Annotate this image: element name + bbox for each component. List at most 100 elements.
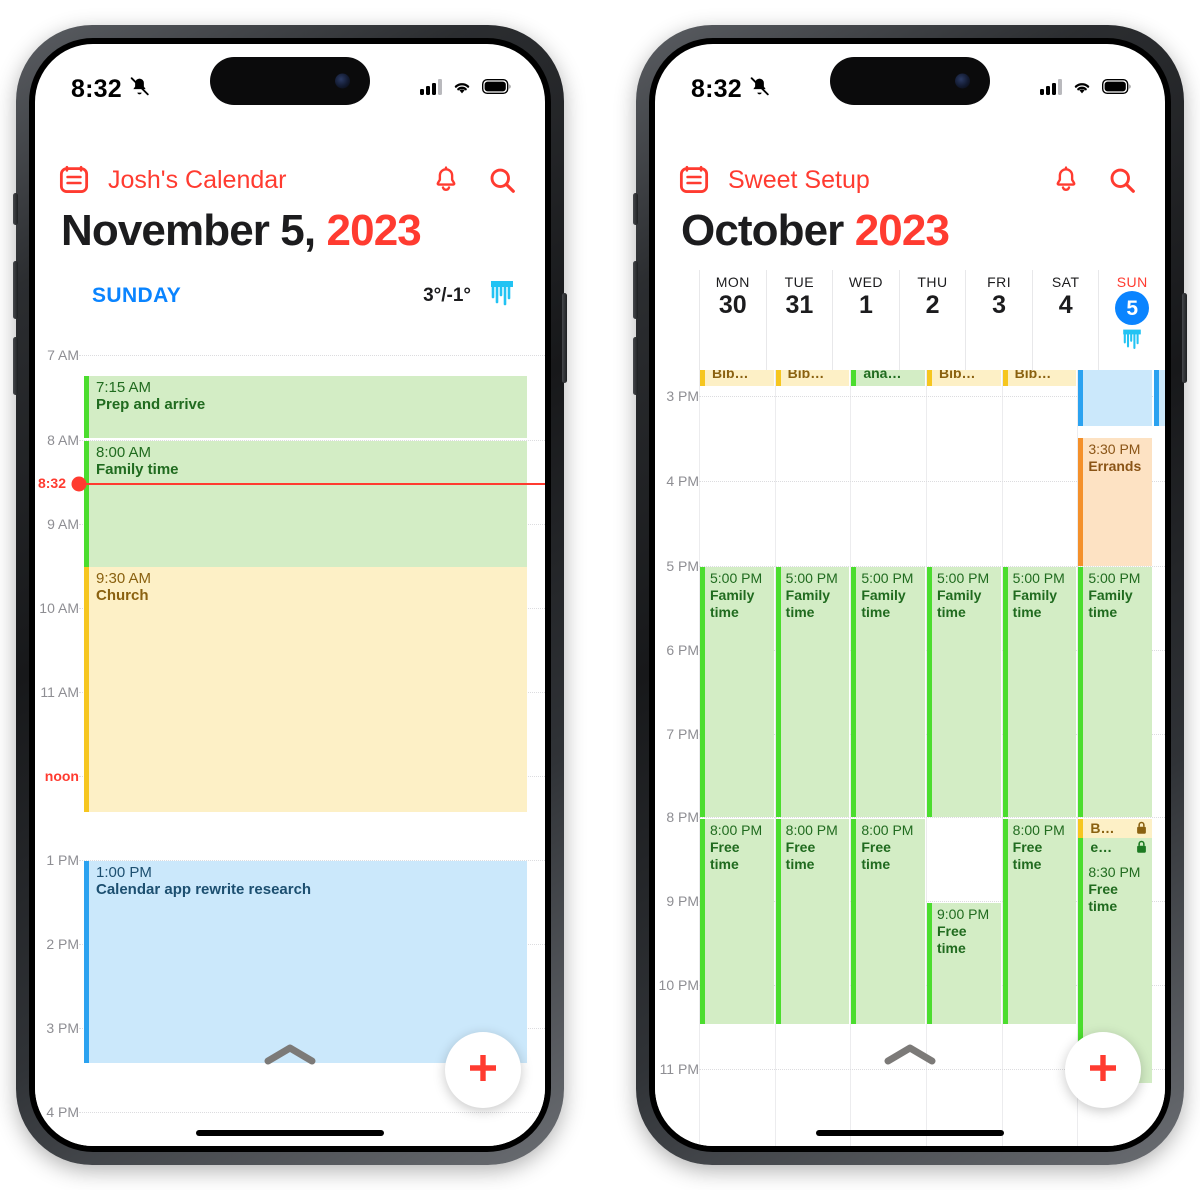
- calendar-event[interactable]: e…: [1078, 838, 1152, 862]
- calendar-event[interactable]: 5:00 PM Family time: [775, 567, 850, 817]
- hour-label: 7 AM: [47, 347, 79, 363]
- week-day-number: 5: [1115, 291, 1150, 325]
- event-title: Prep and arrive: [96, 395, 206, 413]
- icicle-snow-icon: [1121, 328, 1143, 357]
- calendar-event[interactable]: [1078, 370, 1152, 426]
- lock-icon: [1135, 840, 1148, 857]
- event-title: Free time: [1012, 838, 1043, 872]
- calendar-event[interactable]: 9:00 PM Free time: [927, 903, 1001, 1024]
- phone-left: 8:32 Josh's Calendar November 5, 2023 SU…: [13, 25, 567, 1165]
- event-title: Family time: [937, 586, 982, 620]
- power-button[interactable]: [1182, 293, 1187, 383]
- calendar-event[interactable]: 5:00 PM Family time: [700, 567, 774, 817]
- week-day-column-mon[interactable]: MON 30: [699, 270, 766, 370]
- status-bar-right-group: [420, 78, 511, 100]
- silent-switch[interactable]: [13, 193, 18, 225]
- calendar-name-label[interactable]: Josh's Calendar: [108, 166, 286, 195]
- calendar-event[interactable]: 5:00 PM Family time: [1002, 567, 1077, 817]
- front-camera-icon: [955, 73, 970, 89]
- event-title: Free time: [785, 838, 816, 872]
- bell-icon[interactable]: [1051, 165, 1081, 195]
- search-icon[interactable]: [1107, 165, 1137, 195]
- plus-icon: [463, 1048, 503, 1093]
- calendar-event[interactable]: Bib…: [775, 370, 850, 386]
- search-icon[interactable]: [487, 165, 517, 195]
- hour-label: 8 PM: [666, 809, 699, 825]
- hour-label: 3 PM: [666, 388, 699, 404]
- hour-label: 11 PM: [659, 1061, 699, 1077]
- home-indicator[interactable]: [816, 1130, 1004, 1136]
- calendar-event[interactable]: 8:00 PM Free time: [851, 819, 925, 1024]
- hour-label: 4 PM: [46, 1104, 79, 1120]
- event-time: 9:30 AM: [96, 570, 152, 587]
- wifi-icon: [1071, 79, 1093, 100]
- week-day-number: 1: [858, 291, 873, 319]
- power-button[interactable]: [562, 293, 567, 383]
- calendar-event[interactable]: 3:30 PM Errands: [1078, 438, 1152, 566]
- week-day-number: 31: [785, 291, 814, 319]
- calendar-event[interactable]: 5:00 PM Family time: [1078, 567, 1152, 817]
- volume-up-button[interactable]: [633, 261, 638, 319]
- home-indicator[interactable]: [196, 1130, 384, 1136]
- weekday-label: SUNDAY: [92, 284, 182, 307]
- event-time: 9:00 PM: [937, 906, 990, 922]
- week-day-column-tue[interactable]: TUE 31: [765, 270, 833, 370]
- week-day-column-thu[interactable]: THU 2: [898, 270, 966, 370]
- day-timeline[interactable]: 7 AM 8 AM 9 AM 10 AM 11 AM noon 1 PM 2 PM 3 PM 4 …: [35, 320, 545, 1146]
- volume-down-button[interactable]: [13, 337, 18, 395]
- calendar-event[interactable]: Bib…: [1002, 370, 1077, 386]
- week-timeline[interactable]: 3 PM 4 PM 5 PM 6 PM 7 PM 8 PM 9 PM 10 PM 11 PM 12…: [655, 370, 1165, 1146]
- calendar-event[interactable]: ana…: [851, 370, 925, 386]
- week-day-column-wed[interactable]: WED 1: [832, 270, 899, 370]
- screenshot-root: 8:32 Josh's Calendar November 5, 2023 SU…: [0, 0, 1200, 1190]
- calendar-event[interactable]: 5:00 PM Family time: [927, 567, 1001, 817]
- calendar-event[interactable]: 7:15 AM Prep and arrive: [84, 376, 527, 438]
- event-title: Bib…: [787, 370, 825, 381]
- cellular-bars-icon: [420, 78, 442, 100]
- week-day-weekday-label: SAT: [1051, 274, 1080, 290]
- calendar-event[interactable]: 8:00 AM Family time: [84, 441, 527, 567]
- week-day-number: 2: [925, 291, 940, 319]
- calendar-event[interactable]: 8:00 PM Free time: [775, 819, 850, 1024]
- day-header: SUNDAY 3°/-1°: [35, 272, 545, 320]
- calendar-event[interactable]: 5:00 PM Family time: [851, 567, 925, 817]
- volume-down-button[interactable]: [633, 337, 638, 395]
- calendar-event[interactable]: 1:00 PM Calendar app rewrite research: [84, 861, 527, 1063]
- calendar-event[interactable]: Bib…: [927, 370, 1001, 386]
- calendar-event[interactable]: 9:30 AM Church: [84, 567, 527, 812]
- hour-label: noon: [44, 768, 79, 784]
- event-title: ana…: [863, 370, 902, 381]
- week-day-weekday-label: SUN: [1116, 274, 1148, 290]
- calendar-event[interactable]: 8:00 PM Free time: [700, 819, 774, 1024]
- silent-switch[interactable]: [633, 193, 638, 225]
- chevron-up-icon[interactable]: [262, 1041, 318, 1072]
- page-title-right: October 2023: [655, 206, 1165, 256]
- volume-up-button[interactable]: [13, 261, 18, 319]
- battery-icon: [1101, 78, 1131, 99]
- add-event-button[interactable]: [445, 1032, 521, 1108]
- event-title: Errands: [1088, 457, 1142, 474]
- event-title: Family time: [710, 586, 755, 620]
- week-day-column-sun[interactable]: SUN 5: [1098, 270, 1165, 370]
- hour-label: 4 PM: [666, 473, 699, 489]
- calendar-menu-icon[interactable]: [679, 165, 709, 195]
- phone-bezel-right: 8:32 Sweet Setup October 2023 MON 30 TUE…: [649, 38, 1171, 1152]
- hour-label: 9 AM: [47, 516, 79, 532]
- week-day-column-fri[interactable]: FRI 3: [965, 270, 1032, 370]
- cellular-bars-icon: [1040, 78, 1062, 100]
- calendar-menu-icon[interactable]: [59, 165, 89, 195]
- app-nav-bar-left: Josh's Calendar: [35, 152, 545, 208]
- calendar-name-label[interactable]: Sweet Setup: [728, 166, 870, 195]
- week-day-column-sat[interactable]: SAT 4: [1031, 270, 1099, 370]
- chevron-up-icon[interactable]: [882, 1041, 938, 1072]
- event-title: Family time: [1012, 586, 1058, 620]
- add-event-button[interactable]: [1065, 1032, 1141, 1108]
- title-year: 2023: [854, 206, 950, 255]
- calendar-event[interactable]: [1154, 370, 1165, 426]
- bell-icon[interactable]: [431, 165, 461, 195]
- calendar-event[interactable]: 8:00 PM Free time: [1002, 819, 1077, 1024]
- lock-icon: [1135, 821, 1148, 838]
- event-title: Bib…: [939, 370, 976, 381]
- app-nav-bar-right: Sweet Setup: [655, 152, 1165, 208]
- calendar-event[interactable]: Bib…: [700, 370, 774, 386]
